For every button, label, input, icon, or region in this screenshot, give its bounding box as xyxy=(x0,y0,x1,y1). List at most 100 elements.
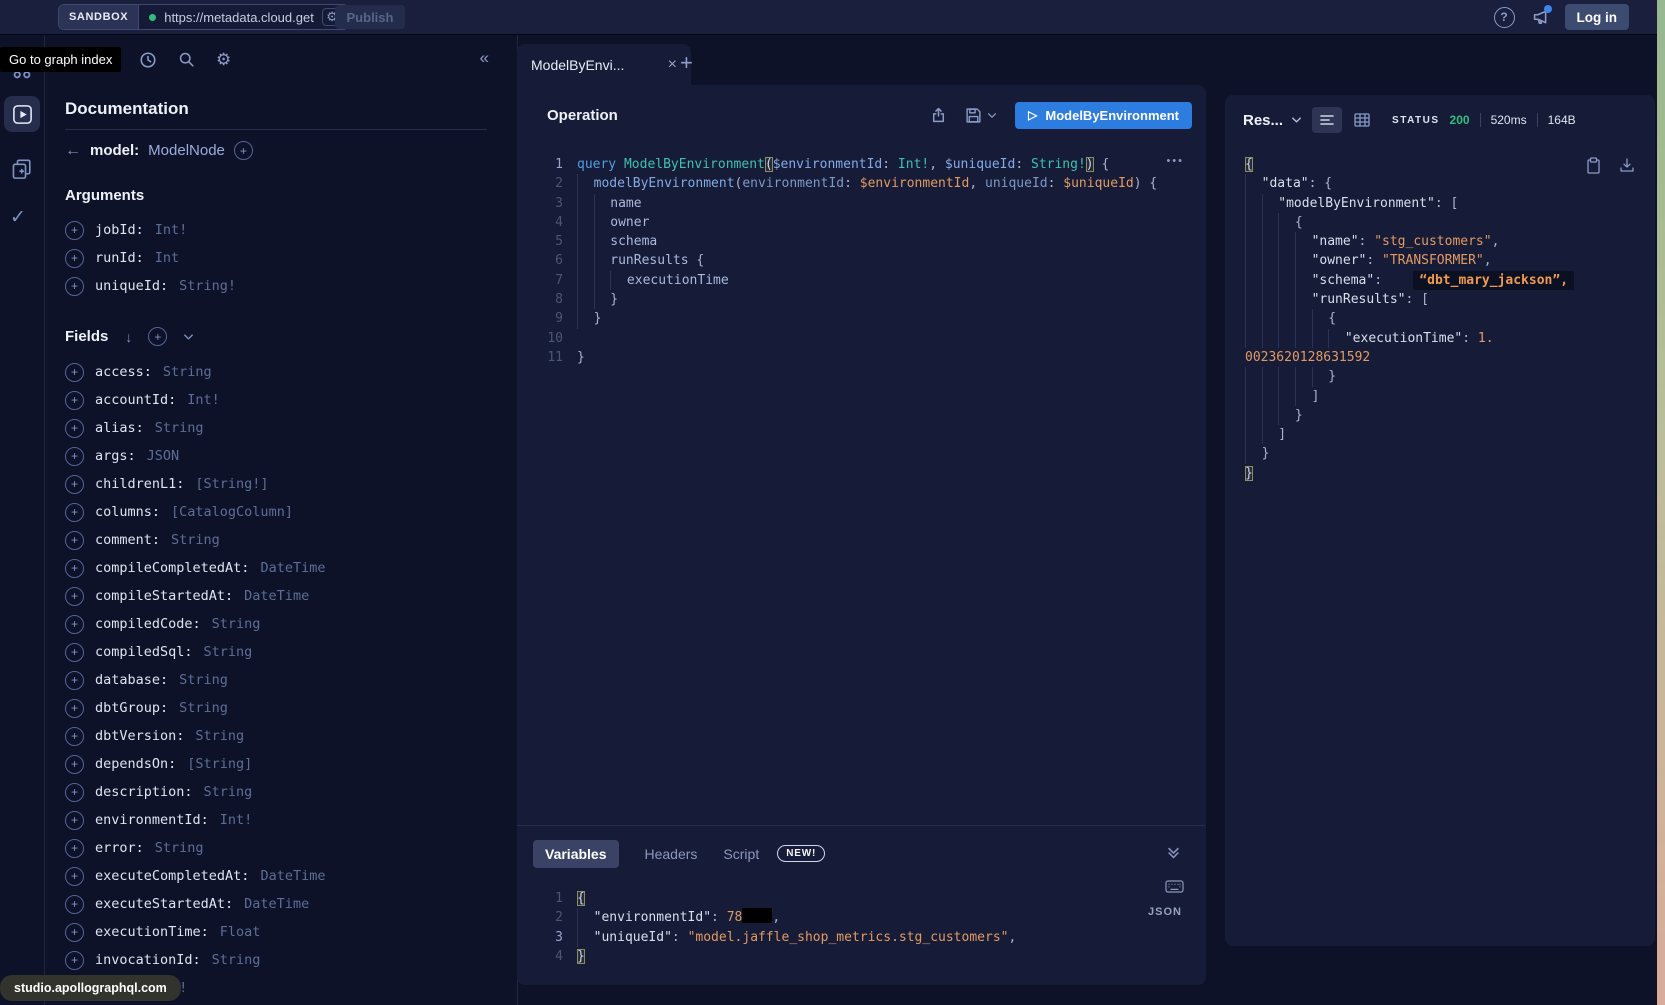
add-field-icon[interactable] xyxy=(65,363,84,382)
add-field-icon[interactable] xyxy=(65,475,84,494)
field-name: childrenL1: xyxy=(95,476,184,492)
table-view-toggle[interactable] xyxy=(1354,113,1370,127)
tab-script[interactable]: Script xyxy=(723,846,759,862)
field-name: args: xyxy=(95,448,136,464)
schema-icon[interactable] xyxy=(10,158,33,181)
add-field-icon[interactable] xyxy=(65,783,84,802)
settings-icon[interactable] xyxy=(216,50,231,70)
field-row[interactable]: compiledCode:String xyxy=(65,610,487,638)
add-field-icon[interactable] xyxy=(65,867,84,886)
field-row[interactable]: comment:String xyxy=(65,526,487,554)
endpoint-url-input[interactable]: https://metadata.cloud.get xyxy=(164,10,316,25)
new-tab-icon[interactable] xyxy=(680,50,693,76)
breadcrumb-type-link[interactable]: ModelNode xyxy=(148,142,225,159)
chevron-down-icon[interactable] xyxy=(183,333,194,341)
collapse-variables-icon[interactable] xyxy=(1167,846,1180,859)
fields-title: Fields xyxy=(65,327,487,346)
sort-fields-icon[interactable] xyxy=(125,329,132,345)
field-type: DateTime xyxy=(244,896,309,912)
field-row[interactable]: columns:[CatalogColumn] xyxy=(65,498,487,526)
field-row[interactable]: alias:String xyxy=(65,414,487,442)
add-field-icon[interactable] xyxy=(65,755,84,774)
search-icon[interactable] xyxy=(178,51,195,68)
field-row[interactable]: compileStartedAt:DateTime xyxy=(65,582,487,610)
add-field-icon[interactable] xyxy=(65,811,84,830)
explorer-tab-selected[interactable] xyxy=(4,96,40,132)
add-type-icon[interactable] xyxy=(234,141,253,160)
tab-headers[interactable]: Headers xyxy=(645,846,698,862)
help-icon[interactable] xyxy=(1494,7,1515,28)
line-number: 6 xyxy=(517,251,577,270)
line-number: 2 xyxy=(517,908,577,927)
variables-editor[interactable]: 1{2"environmentId": 78,3"uniqueId": "mod… xyxy=(517,889,1206,966)
response-title-dropdown[interactable]: Res... xyxy=(1243,112,1302,129)
browser-status-bar: studio.apollographql.com xyxy=(0,975,181,1001)
run-operation-button[interactable]: ModelByEnvironment xyxy=(1015,102,1192,129)
share-icon[interactable] xyxy=(930,107,947,124)
copy-response-icon[interactable] xyxy=(1586,157,1601,174)
response-json[interactable]: {"data": {"modelByEnvironment": [{"name"… xyxy=(1245,155,1643,483)
add-field-icon[interactable] xyxy=(65,839,84,858)
add-field-icon[interactable] xyxy=(65,615,84,634)
endpoint-bar[interactable]: SANDBOX https://metadata.cloud.get xyxy=(58,4,349,30)
checklist-icon[interactable] xyxy=(10,206,26,229)
save-icon xyxy=(965,107,982,124)
publish-button[interactable]: Publish xyxy=(335,5,405,29)
add-field-icon[interactable] xyxy=(65,895,84,914)
add-field-icon[interactable] xyxy=(65,391,84,410)
field-row[interactable]: compileCompletedAt:DateTime xyxy=(65,554,487,582)
add-field-icon[interactable] xyxy=(65,559,84,578)
add-field-icon[interactable] xyxy=(65,671,84,690)
add-field-icon[interactable] xyxy=(65,531,84,550)
field-row[interactable]: error:String xyxy=(65,834,487,862)
field-row[interactable]: environmentId:Int! xyxy=(65,806,487,834)
raw-view-toggle-selected[interactable] xyxy=(1312,107,1342,133)
login-button[interactable]: Log in xyxy=(1565,4,1630,30)
field-row[interactable]: database:String xyxy=(65,666,487,694)
field-row[interactable]: args:JSON xyxy=(65,442,487,470)
field-row[interactable]: invocationId:String xyxy=(65,946,487,974)
field-row[interactable]: dbtGroup:String xyxy=(65,694,487,722)
add-field-icon[interactable] xyxy=(65,419,84,438)
field-row[interactable]: childrenL1:[String!] xyxy=(65,470,487,498)
field-row[interactable]: dependsOn:[String] xyxy=(65,750,487,778)
field-row[interactable]: jobId:Int! xyxy=(65,216,487,244)
add-all-fields-icon[interactable] xyxy=(148,327,167,346)
field-row[interactable]: uniqueId:String! xyxy=(65,272,487,300)
add-field-icon[interactable] xyxy=(65,923,84,942)
add-field-icon[interactable] xyxy=(65,503,84,522)
tab-variables[interactable]: Variables xyxy=(533,840,619,868)
announcements-icon[interactable] xyxy=(1531,8,1549,26)
save-control[interactable] xyxy=(965,107,997,124)
line-number: 1 xyxy=(517,889,577,908)
field-row[interactable]: executeCompletedAt:DateTime xyxy=(65,862,487,890)
field-row[interactable]: executionTime:Float xyxy=(65,918,487,946)
close-tab-icon[interactable] xyxy=(668,56,677,74)
operation-editor[interactable]: 1query ModelByEnvironment($environmentId… xyxy=(517,145,1206,825)
add-field-icon[interactable] xyxy=(65,447,84,466)
field-row[interactable]: dbtVersion:String xyxy=(65,722,487,750)
field-row[interactable]: runId:Int xyxy=(65,244,487,272)
field-row[interactable]: accountId:Int! xyxy=(65,386,487,414)
add-field-icon[interactable] xyxy=(65,951,84,970)
add-field-icon[interactable] xyxy=(65,249,84,268)
field-row[interactable]: compiledSql:String xyxy=(65,638,487,666)
arguments-list: jobId:Int!runId:IntuniqueId:String! xyxy=(65,216,487,300)
add-field-icon[interactable] xyxy=(65,221,84,240)
divider xyxy=(65,129,487,130)
add-field-icon[interactable] xyxy=(65,727,84,746)
back-icon[interactable] xyxy=(65,142,81,160)
field-row[interactable]: executeStartedAt:DateTime xyxy=(65,890,487,918)
add-field-icon[interactable] xyxy=(65,699,84,718)
add-field-icon[interactable] xyxy=(65,587,84,606)
operation-tab[interactable]: ModelByEnvi... xyxy=(517,44,691,85)
editor-menu-icon[interactable] xyxy=(1166,155,1184,167)
add-field-icon[interactable] xyxy=(65,277,84,296)
field-row[interactable]: access:String xyxy=(65,358,487,386)
field-row[interactable]: description:String xyxy=(65,778,487,806)
collapse-sidebar-icon[interactable] xyxy=(480,48,489,68)
response-body: {"data": {"modelByEnvironment": [{"name"… xyxy=(1225,145,1655,946)
history-icon[interactable] xyxy=(139,51,157,69)
add-field-icon[interactable] xyxy=(65,643,84,662)
download-response-icon[interactable] xyxy=(1619,157,1635,174)
